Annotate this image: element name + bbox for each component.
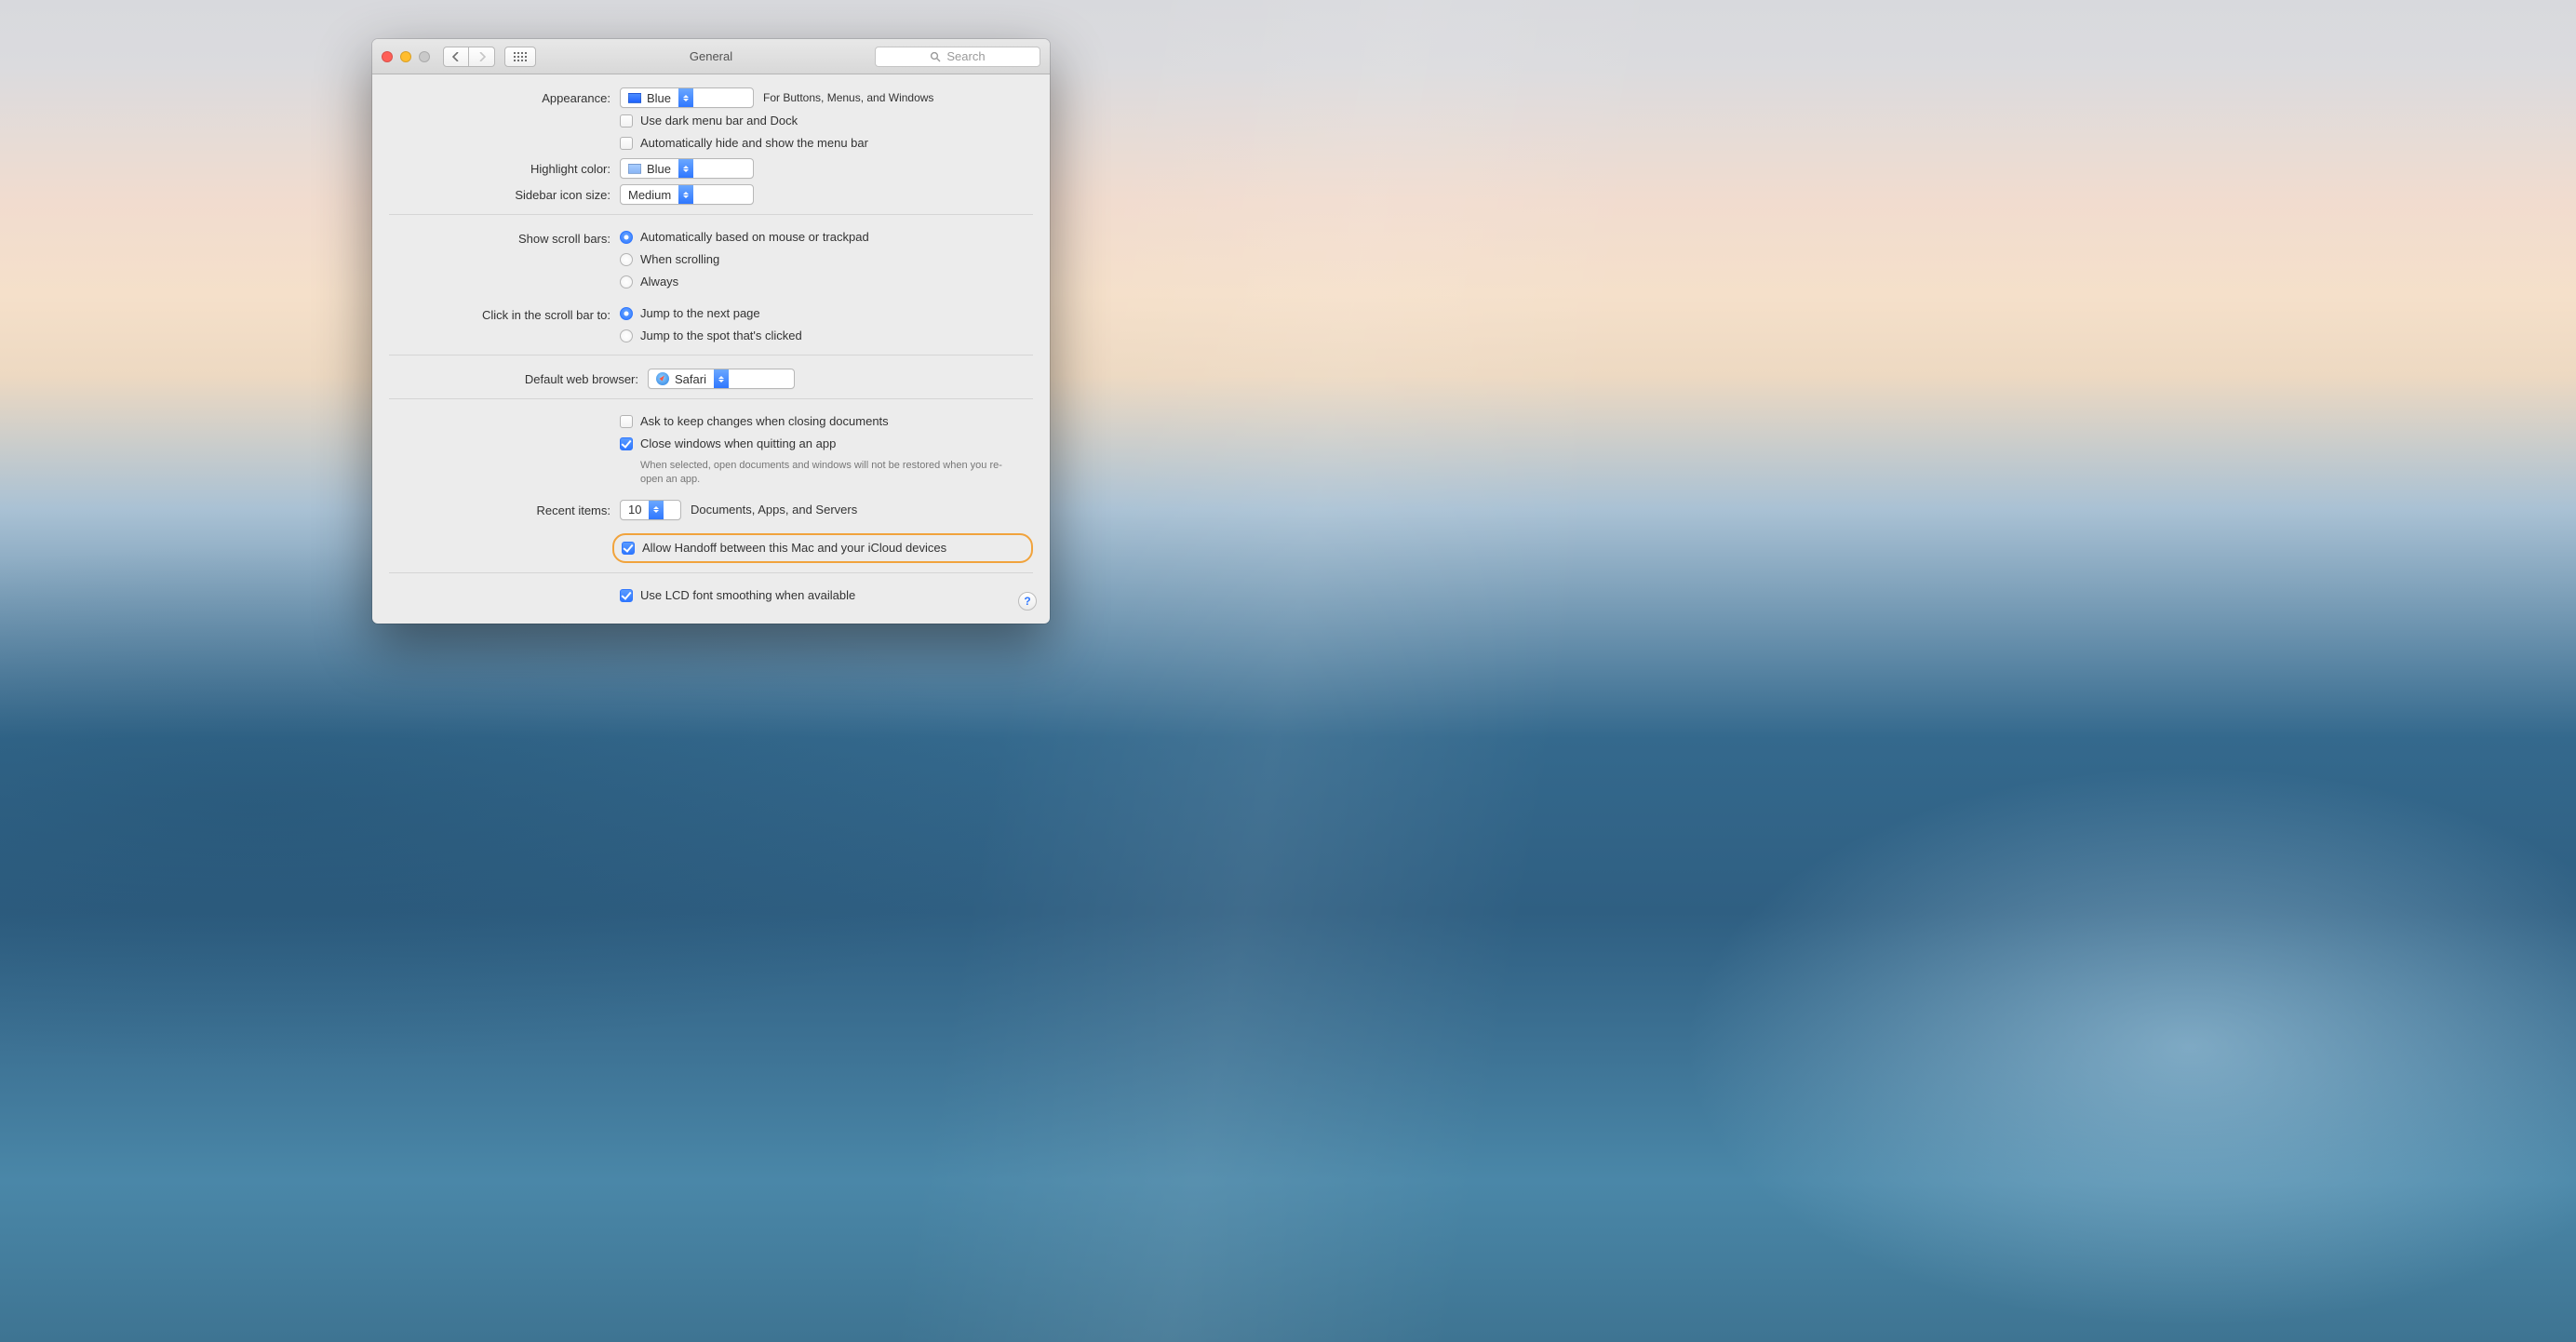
appearance-value: Blue <box>647 91 671 105</box>
chevron-right-icon <box>478 52 486 61</box>
appearance-popup[interactable]: Blue <box>620 87 754 108</box>
checkbox-icon <box>620 589 633 602</box>
minimize-icon[interactable] <box>400 51 411 62</box>
highlight-label: Highlight color: <box>389 158 620 176</box>
auto-hide-label: Automatically hide and show the menu bar <box>640 134 868 153</box>
swatch-icon <box>628 164 641 174</box>
zoom-icon <box>419 51 430 62</box>
checkbox-icon <box>620 415 633 428</box>
ask-changes-checkbox[interactable]: Ask to keep changes when closing documen… <box>620 412 1033 431</box>
safari-icon <box>656 372 669 385</box>
divider <box>389 355 1033 356</box>
dark-menu-checkbox[interactable]: Use dark menu bar and Dock <box>620 112 1033 130</box>
titlebar: General Search <box>372 39 1050 74</box>
preferences-window: General Search Appearance: Blue For Butt… <box>372 39 1050 624</box>
caret-icon <box>678 185 693 204</box>
handoff-checkbox[interactable]: Allow Handoff between this Mac and your … <box>622 539 946 557</box>
swatch-icon <box>628 93 641 103</box>
close-windows-checkbox[interactable]: Close windows when quitting an app <box>620 435 1033 453</box>
search-field[interactable]: Search <box>875 47 1040 67</box>
divider <box>389 214 1033 215</box>
preferences-body: Appearance: Blue For Buttons, Menus, and… <box>372 74 1050 624</box>
divider <box>389 398 1033 399</box>
auto-hide-checkbox[interactable]: Automatically hide and show the menu bar <box>620 134 1033 153</box>
checkbox-icon <box>620 437 633 450</box>
radio-icon <box>620 253 633 266</box>
close-windows-note: When selected, open documents and window… <box>640 459 1003 487</box>
back-button[interactable] <box>443 47 469 67</box>
help-button[interactable]: ? <box>1018 592 1037 611</box>
caret-icon <box>678 159 693 178</box>
clickbar-radio-next[interactable]: Jump to the next page <box>620 304 1033 323</box>
appearance-label: Appearance: <box>389 87 620 105</box>
clickbar-label: Click in the scroll bar to: <box>389 304 620 322</box>
sidebar-popup[interactable]: Medium <box>620 184 754 205</box>
forward-button[interactable] <box>469 47 495 67</box>
grid-icon <box>514 52 527 61</box>
checkbox-icon <box>620 137 633 150</box>
highlight-value: Blue <box>647 162 671 176</box>
divider <box>389 572 1033 573</box>
recent-label: Recent items: <box>389 500 620 517</box>
search-placeholder: Search <box>946 49 985 63</box>
window-controls <box>382 51 430 62</box>
clickbar-radio-spot[interactable]: Jump to the spot that's clicked <box>620 327 1033 345</box>
help-icon: ? <box>1024 595 1030 608</box>
scrollbars-radio-auto[interactable]: Automatically based on mouse or trackpad <box>620 228 1033 247</box>
scrollbars-radio-scrolling[interactable]: When scrolling <box>620 250 1033 269</box>
sidebar-value: Medium <box>628 188 671 202</box>
show-all-button[interactable] <box>504 47 536 67</box>
checkbox-icon <box>622 542 635 555</box>
radio-icon <box>620 307 633 320</box>
checkbox-icon <box>620 114 633 127</box>
scrollbars-label: Show scroll bars: <box>389 228 620 246</box>
caret-icon <box>649 501 664 519</box>
caret-icon <box>678 88 693 107</box>
scrollbars-radio-always[interactable]: Always <box>620 273 1033 291</box>
dark-menu-label: Use dark menu bar and Dock <box>640 112 798 130</box>
caret-icon <box>714 369 729 388</box>
handoff-highlight: Allow Handoff between this Mac and your … <box>612 533 1033 563</box>
browser-value: Safari <box>675 372 706 386</box>
lcd-checkbox[interactable]: Use LCD font smoothing when available <box>620 586 1033 605</box>
recent-suffix: Documents, Apps, and Servers <box>691 503 857 517</box>
chevron-left-icon <box>452 52 460 61</box>
browser-popup[interactable]: Safari <box>648 369 795 389</box>
close-icon[interactable] <box>382 51 393 62</box>
radio-icon <box>620 231 633 244</box>
radio-icon <box>620 329 633 342</box>
nav-buttons <box>443 47 495 67</box>
recent-value: 10 <box>628 503 641 517</box>
radio-icon <box>620 275 633 289</box>
browser-label: Default web browser: <box>389 369 648 386</box>
appearance-hint: For Buttons, Menus, and Windows <box>763 91 933 104</box>
recent-popup[interactable]: 10 <box>620 500 681 520</box>
search-icon <box>930 51 941 62</box>
sidebar-label: Sidebar icon size: <box>389 184 620 202</box>
highlight-popup[interactable]: Blue <box>620 158 754 179</box>
